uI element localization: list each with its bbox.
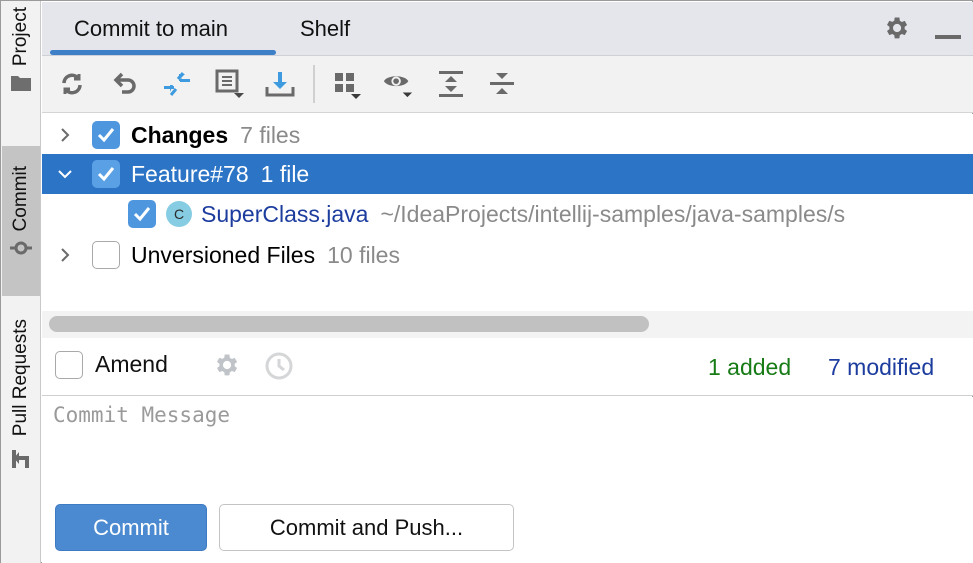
download-icon[interactable] [264, 68, 296, 100]
refresh-icon[interactable] [56, 68, 88, 100]
group-by-icon[interactable] [331, 68, 363, 100]
tree-node-superclass-java[interactable]: C SuperClass.java ~/IdeaProjects/intelli… [42, 194, 973, 234]
tab-commit-to-main[interactable]: Commit to main [74, 16, 228, 42]
expand-all-icon[interactable] [435, 68, 467, 100]
collapse-all-icon[interactable] [486, 68, 518, 100]
folder-icon [10, 74, 32, 97]
chevron-right-icon[interactable] [55, 125, 75, 145]
superclass-filename: SuperClass.java [201, 200, 369, 227]
unversioned-label: Unversioned Files [131, 241, 316, 268]
changes-toolbar [42, 56, 973, 113]
commit-history-clock-icon[interactable] [264, 351, 294, 386]
commit-tool-window: Project Commit Pull Requests Commit to m… [0, 0, 973, 563]
changes-count: 7 files [240, 121, 301, 148]
commit-and-push-button[interactable]: Commit and Push... [219, 504, 514, 551]
chevron-right-icon[interactable] [55, 245, 75, 265]
horizontal-scrollbar[interactable] [42, 311, 973, 338]
commit-message-area: Commit Commit and Push... [42, 397, 973, 563]
scrollbar-thumb[interactable] [49, 316, 649, 332]
tool-window-stripe: Project Commit Pull Requests [1, 1, 41, 563]
commit-node-icon [10, 241, 32, 260]
chevron-down-icon[interactable] [55, 164, 75, 184]
superclass-path: ~/IdeaProjects/intellij-samples/java-sam… [380, 200, 846, 227]
tree-node-feature-78[interactable]: Feature#78 1 file [42, 154, 973, 194]
commit-message-input[interactable] [53, 403, 953, 493]
amend-checkbox[interactable] [55, 351, 83, 379]
stripe-button-commit[interactable]: Commit [2, 146, 40, 296]
gear-icon[interactable] [882, 14, 910, 47]
superclass-checkbox[interactable] [128, 200, 156, 228]
changes-tree: Changes 7 files Feature#78 1 file C Supe… [42, 114, 973, 311]
amend-bar: Amend 1 added 7 modified [42, 338, 973, 396]
tab-bar: Commit to main Shelf [42, 2, 973, 56]
tree-node-changes[interactable]: Changes 7 files [42, 115, 973, 155]
stripe-button-project[interactable]: Project [2, 7, 40, 131]
tab-shelf[interactable]: Shelf [300, 16, 350, 42]
unversioned-count: 10 files [327, 241, 400, 268]
pull-request-icon [10, 448, 32, 475]
commit-options-gear-icon[interactable] [212, 351, 240, 384]
stripe-button-pull-requests[interactable]: Pull Requests [2, 319, 40, 499]
feature-78-checkbox[interactable] [92, 160, 120, 188]
stripe-button-pull-requests-label: Pull Requests [10, 319, 31, 437]
stripe-button-project-label: Project [10, 7, 31, 67]
rollback-icon[interactable] [109, 68, 141, 100]
modified-count: 7 modified [828, 354, 935, 380]
changes-checkbox[interactable] [92, 121, 120, 149]
feature-78-label: Feature#78 [131, 160, 249, 187]
tree-node-unversioned-files[interactable]: Unversioned Files 10 files [42, 235, 973, 275]
active-tab-indicator [50, 50, 276, 55]
diff-icon[interactable] [161, 68, 193, 100]
feature-78-count: 1 file [260, 160, 310, 187]
unversioned-checkbox[interactable] [92, 241, 120, 269]
stripe-button-commit-label: Commit [10, 166, 31, 232]
commit-button[interactable]: Commit [55, 504, 207, 551]
amend-label[interactable]: Amend [95, 351, 168, 378]
minimize-icon[interactable] [935, 26, 961, 44]
changelist-icon[interactable] [214, 68, 246, 100]
toolbar-separator [313, 65, 315, 103]
added-count: 1 added [708, 354, 792, 380]
eye-icon[interactable] [382, 68, 414, 100]
java-class-icon: C [166, 201, 192, 227]
changes-label: Changes [131, 121, 229, 148]
